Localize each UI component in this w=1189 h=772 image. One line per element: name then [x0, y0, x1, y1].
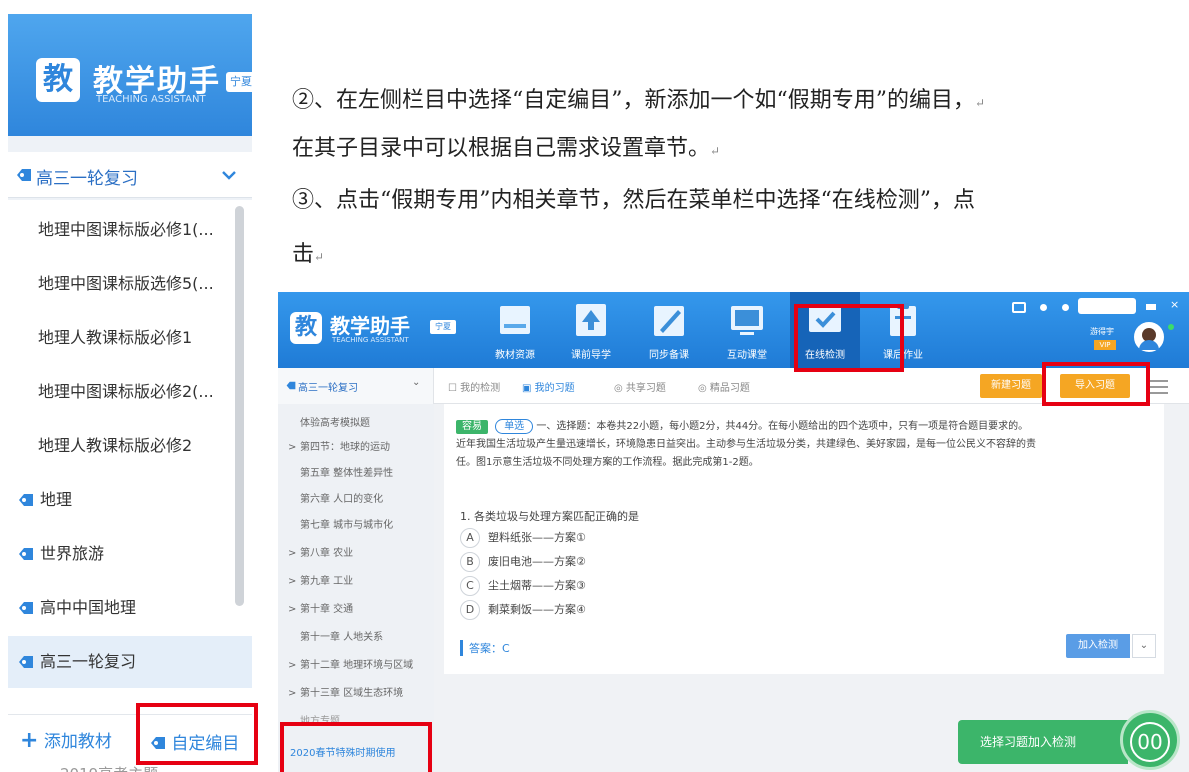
app-subtitle: TEACHING ASSISTANT: [96, 94, 206, 105]
monitor-icon: [731, 306, 763, 335]
plus-icon: +: [20, 728, 39, 753]
list-item[interactable]: 地理人教课标版必修1: [8, 312, 234, 364]
textbook-selector[interactable]: 高三一轮复习: [8, 152, 252, 198]
select-add-check-button[interactable]: 选择习题加入检测: [958, 720, 1128, 764]
chapter-item[interactable]: > 第十二章 地理环境与区域: [288, 656, 413, 671]
category-label: 高中中国地理: [40, 598, 137, 617]
list-item[interactable]: 地理中图课标版选修5(...: [8, 258, 234, 310]
chapter-item[interactable]: > 第十三章 区域生态环境: [288, 684, 403, 699]
chapter-item[interactable]: 第五章 整体性差异性: [300, 464, 393, 479]
book-icon: [500, 306, 530, 334]
side-selector-label: 高三一轮复习: [298, 383, 358, 394]
new-exercise-button[interactable]: 新建习题: [980, 374, 1042, 398]
nav-interactive-class[interactable]: 互动课堂: [712, 292, 782, 368]
scrollbar[interactable]: [235, 206, 244, 606]
category-label: 地理: [40, 490, 73, 509]
chapter-item[interactable]: 第七章 城市与城市化: [300, 516, 393, 531]
list-item[interactable]: 地理中图课标版必修2(...: [8, 366, 234, 418]
app-subtitle: TEACHING ASSISTANT: [332, 336, 409, 344]
question-text: 1. 各类垃圾与处理方案匹配正确的是: [460, 510, 639, 523]
chapter-item[interactable]: > 第九章 工业: [288, 572, 353, 587]
ime-toolbar[interactable]: [1078, 298, 1136, 314]
tab-my-checks[interactable]: ☐ 我的检测: [448, 379, 500, 394]
menu-icon[interactable]: [1150, 380, 1168, 382]
chevron-down-icon: ⌄: [412, 377, 421, 388]
difficulty-tag: 容易: [456, 420, 488, 434]
avatar[interactable]: [1134, 322, 1164, 352]
chapter-item[interactable]: 体验高考模拟题: [300, 414, 370, 429]
instruction-line-1: ②、在左侧栏目中选择“自定编目”，新添加一个如“假期专用”的编目，↵: [292, 88, 986, 113]
side-selector[interactable]: 高三一轮复习 ⌄: [278, 368, 434, 404]
highlight-box-spring-festival: [280, 722, 432, 772]
pen-icon: [654, 306, 684, 336]
highlight-box-import: [1042, 362, 1150, 406]
left-header: 教 教学助手 TEACHING ASSISTANT 宁夏: [8, 14, 252, 136]
category-label: 高三一轮复习: [40, 652, 137, 671]
nav-preview-guide[interactable]: 课前导学: [556, 292, 626, 368]
instruction-line-4: 击↵: [292, 242, 325, 267]
count-bubble[interactable]: 00: [1120, 710, 1180, 770]
chapter-item[interactable]: > 第八章 农业: [288, 544, 353, 559]
region-badge[interactable]: 宁夏: [430, 320, 456, 334]
nav-sync-lesson[interactable]: 同步备课: [634, 292, 704, 368]
app-title: 教学助手: [330, 314, 410, 338]
close-icon[interactable]: ×: [1170, 298, 1179, 311]
category-item-selected[interactable]: 高三一轮复习: [8, 636, 252, 688]
chapter-item[interactable]: > 第十章 交通: [288, 600, 353, 615]
instruction-line-3: ③、点击“假期专用”内相关章节，然后在菜单栏中选择“在线检测”，点: [292, 188, 975, 213]
category-label: 世界旅游: [40, 544, 105, 563]
option-b[interactable]: B 废旧电池——方案②: [460, 552, 586, 572]
tab-my-exercises[interactable]: ▣ 我的习题: [522, 379, 575, 394]
left-sidebar: 教 教学助手 TEACHING ASSISTANT 宁夏 高三一轮复习 地理中图…: [8, 14, 252, 772]
add-check-button[interactable]: 加入检测: [1066, 634, 1130, 658]
answer-label: 答案：C: [460, 640, 510, 656]
list-item[interactable]: 地理人教课标版必修2: [8, 420, 234, 472]
chevron-down-icon: [222, 171, 236, 180]
add-material-button[interactable]: + 添加教材: [20, 727, 112, 753]
instruction-line-2: 在其子目录中可以根据自己需求设置章节。↵: [292, 136, 721, 161]
message-icon[interactable]: [1012, 302, 1026, 313]
add-material-label: 添加教材: [43, 732, 112, 752]
app-logo: 教: [36, 58, 80, 102]
tag-icon: [19, 656, 33, 668]
highlight-box-custom-catalog: [136, 703, 258, 765]
highlight-box-online-check: [794, 304, 904, 372]
tag-icon: [19, 494, 33, 506]
tag-icon: [19, 548, 33, 560]
tag-icon: [286, 381, 296, 390]
tag-icon: [17, 169, 31, 181]
app-logo: 教: [290, 312, 322, 344]
list-item[interactable]: 地理中图课标版必修1(...: [8, 204, 234, 256]
category-item[interactable]: 地理: [8, 474, 234, 526]
count-value: 00: [1130, 722, 1170, 762]
chapter-item[interactable]: > 第四节：地球的运动: [288, 438, 390, 453]
nav-textbook-resources[interactable]: 教材资源: [480, 292, 550, 368]
minimize-icon[interactable]: [1146, 304, 1156, 310]
option-d[interactable]: D 剩菜剩饭——方案④: [460, 600, 586, 620]
category-item[interactable]: 高中中国地理: [8, 582, 234, 634]
tag-icon: [19, 602, 33, 614]
chapter-item[interactable]: 第十一章 人地关系: [300, 628, 383, 643]
vip-badge: VIP: [1094, 340, 1116, 350]
category-item[interactable]: 世界旅游: [8, 528, 234, 580]
option-a[interactable]: A 塑料纸张——方案①: [460, 528, 586, 548]
question-stem: 容易 单选 一、选择题：本卷共22小题，每小题2分，共44分。在每小题给出的四个…: [456, 419, 1036, 468]
chapter-item[interactable]: 第六章 人口的变化: [300, 490, 383, 505]
chevron-down-icon[interactable]: ⌄: [1132, 634, 1156, 658]
option-c[interactable]: C 尘土烟蒂——方案③: [460, 576, 586, 596]
bell-icon[interactable]: [1040, 304, 1047, 311]
type-tag: 单选: [495, 419, 534, 434]
question-card: 容易 单选 一、选择题：本卷共22小题，每小题2分，共44分。在每小题给出的四个…: [444, 404, 1164, 674]
app-topbar: 教 教学助手 TEACHING ASSISTANT 宁夏 教材资源 课前导学 同…: [278, 292, 1189, 368]
chapter-sidebar: 体验高考模拟题 > 第四节：地球的运动 第五章 整体性差异性 第六章 人口的变化 …: [278, 404, 434, 772]
textbook-list: 地理中图课标版必修1(... 地理中图课标版选修5(... 地理人教课标版必修1…: [8, 200, 252, 772]
online-status-dot: [1168, 324, 1174, 330]
tab-premium-exercises[interactable]: ◎ 精品习题: [698, 379, 750, 394]
upload-icon: [576, 304, 606, 336]
tab-shared-exercises[interactable]: ◎ 共享习题: [614, 379, 666, 394]
selector-label: 高三一轮复习: [36, 169, 138, 189]
region-badge[interactable]: 宁夏: [226, 72, 252, 92]
pin-icon[interactable]: [1062, 304, 1069, 311]
user-name: 游得宇: [1090, 327, 1114, 336]
